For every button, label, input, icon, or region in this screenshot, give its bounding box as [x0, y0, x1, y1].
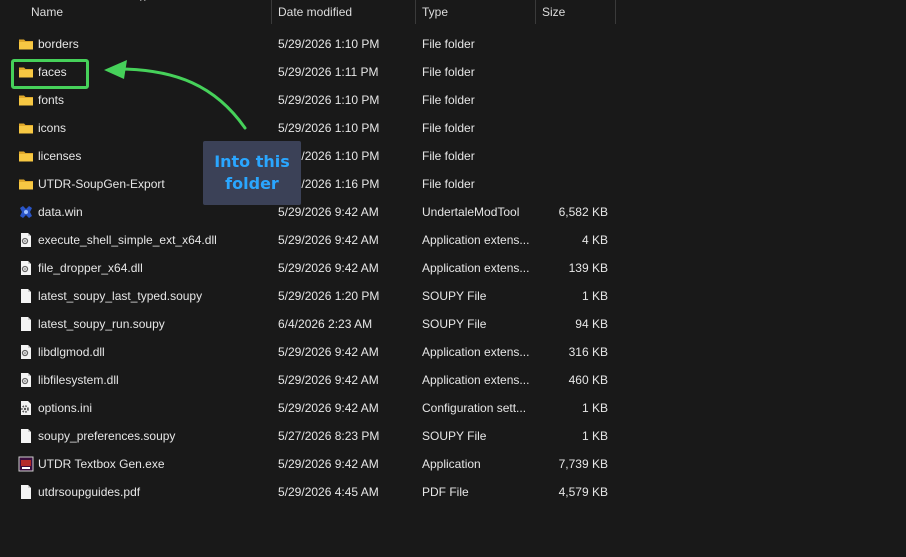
callout-text: Into this folder: [203, 151, 301, 195]
pointer-arrow: [104, 60, 247, 130]
annotation-callout: Into this folder: [203, 141, 301, 205]
callout-line-1: Into this: [214, 152, 290, 171]
callout-line-2: folder: [225, 174, 279, 193]
